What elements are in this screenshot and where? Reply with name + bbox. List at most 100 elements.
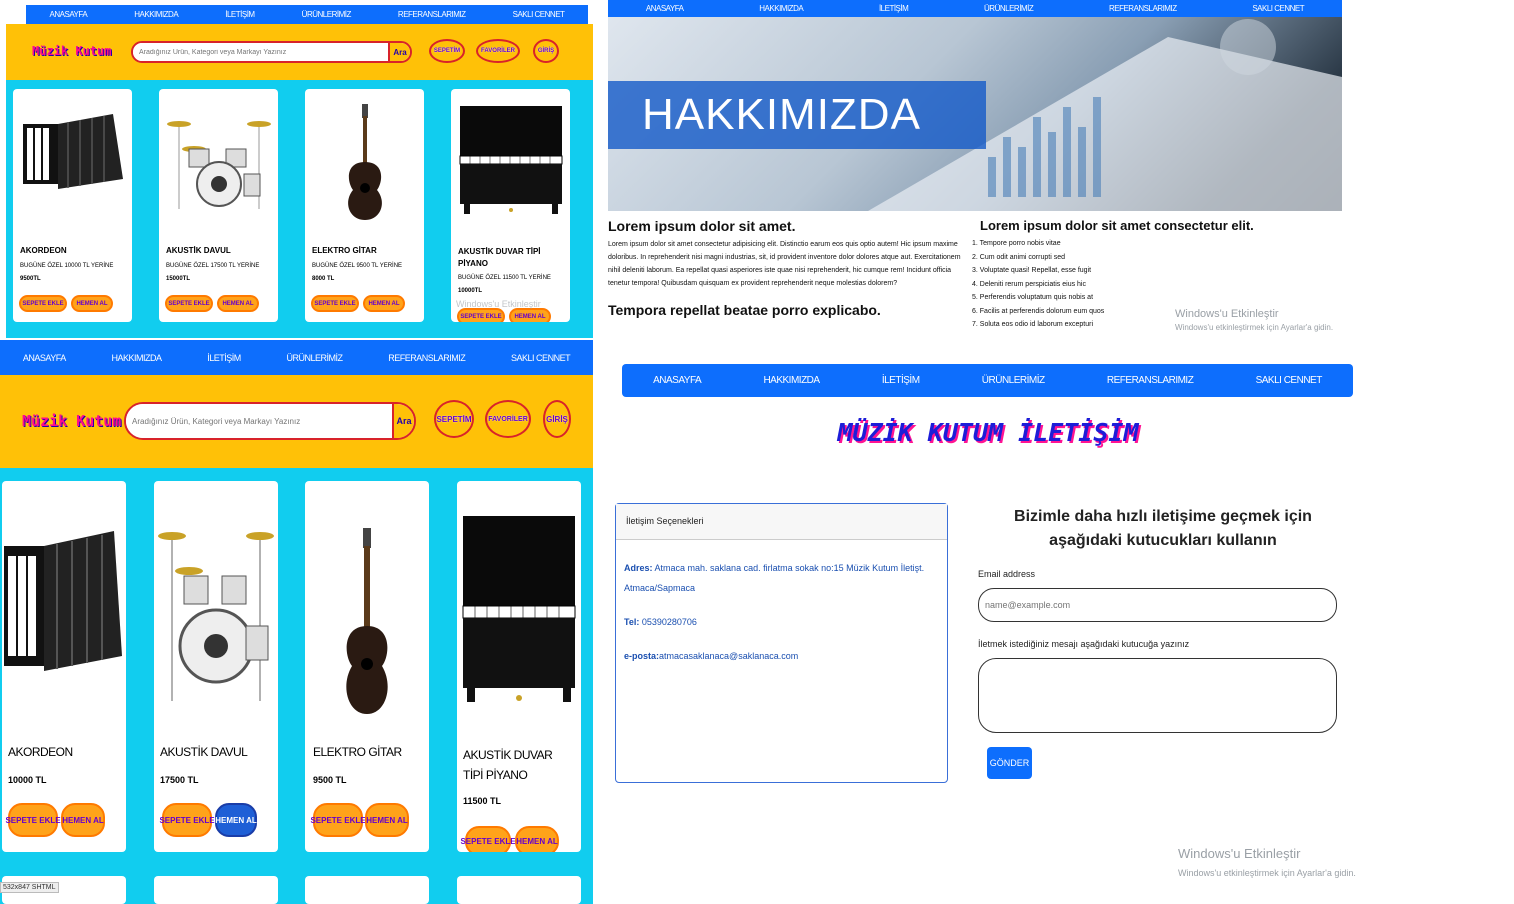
about-col2-list: 1. Tempore porro nobis vitae 2. Cum odit…	[972, 237, 1342, 332]
product-price: 9500 TL	[313, 775, 347, 785]
nav-item-iletisim[interactable]: İLETİŞİM	[882, 375, 920, 386]
add-to-cart-button[interactable]: SEPETE EKLE	[457, 308, 505, 322]
buy-now-button[interactable]: HEMEN AL	[215, 803, 257, 837]
product-card: AKORDEON 10000 TL SEPETE EKLE HEMEN AL	[2, 481, 126, 852]
product-name[interactable]: AKUSTİK DUVAR TİPİ PİYANO	[458, 246, 558, 270]
accordion-image[interactable]	[13, 99, 132, 209]
nav-item-urunlerimiz[interactable]: ÜRÜNLERİMİZ	[302, 10, 352, 19]
about-col1-paragraph: Lorem ipsum dolor sit amet consectetur a…	[608, 241, 961, 287]
nav-item-sakli-cennet[interactable]: SAKLI CENNET	[1252, 4, 1304, 13]
piano-image[interactable]	[451, 97, 570, 222]
nav-item-urunlerimiz[interactable]: ÜRÜNLERİMİZ	[984, 4, 1034, 13]
nav-item-iletisim[interactable]: İLETİŞİM	[225, 10, 255, 19]
product-price-line: BUGÜNE ÖZEL 17500 TL YERİNE	[166, 263, 260, 269]
product-name[interactable]: AKUSTİK DAVUL	[166, 246, 231, 255]
search-button[interactable]: Ara	[388, 43, 410, 61]
nav-item-referanslarimiz[interactable]: REFERANSLARIMIZ	[1107, 375, 1194, 386]
nav-item-referanslarimiz[interactable]: REFERANSLARIMIZ	[398, 10, 466, 19]
message-field[interactable]	[978, 658, 1337, 733]
windows-watermark-subtitle: Windows'u etkinleştirmek için Ayarlar'a …	[1175, 323, 1334, 332]
product-price: 10000TL	[458, 288, 483, 294]
site-logo[interactable]: Müzik Kutum	[32, 44, 111, 58]
product-card: ELEKTRO GİTAR 9500 TL SEPETE EKLE HEMEN …	[305, 481, 429, 852]
buy-now-button[interactable]: HEMEN AL	[363, 295, 405, 312]
product-price: 11500 TL	[463, 796, 502, 806]
search-box: Ara	[124, 402, 416, 440]
add-to-cart-button[interactable]: SEPETE EKLE	[19, 295, 67, 312]
nav-item-iletisim[interactable]: İLETİŞİM	[207, 353, 241, 363]
add-to-cart-button[interactable]: SEPETE EKLE	[310, 803, 366, 837]
guitar-image[interactable]	[305, 99, 424, 224]
product-price: 9500TL	[20, 276, 41, 282]
address-value: Atmaca mah. saklana cad. firlatma sokak …	[624, 563, 925, 593]
buy-now-button[interactable]: HEMEN AL	[217, 295, 259, 312]
search-input[interactable]	[133, 43, 388, 61]
add-to-cart-button[interactable]: SEPETE EKLE	[5, 803, 61, 837]
nav-item-sakli-cennet[interactable]: SAKLI CENNET	[511, 353, 571, 363]
phone-value[interactable]: 05390280706	[642, 617, 697, 627]
product-name[interactable]: AKUSTİK DAVUL	[160, 745, 248, 759]
nav-item-anasayfa[interactable]: ANASAYFA	[23, 353, 66, 363]
nav-item-urunlerimiz[interactable]: ÜRÜNLERİMİZ	[287, 353, 344, 363]
add-to-cart-button[interactable]: SEPETE EKLE	[460, 826, 516, 852]
nav-item-urunlerimiz[interactable]: ÜRÜNLERİMİZ	[982, 375, 1045, 386]
product-name[interactable]: AKUSTİK DUVAR TİPİ PİYANO	[463, 745, 573, 785]
nav-item-anasayfa[interactable]: ANASAYFA	[50, 10, 88, 19]
nav-item-referanslarimiz[interactable]: REFERANSLARIMIZ	[1109, 4, 1177, 13]
buy-now-button[interactable]: HEMEN AL	[71, 295, 113, 312]
nav-item-hakkimizda[interactable]: HAKKIMIZDA	[111, 353, 162, 363]
nav-item-hakkimizda[interactable]: HAKKIMIZDA	[759, 4, 803, 13]
search-input[interactable]	[126, 404, 392, 438]
add-to-cart-button[interactable]: SEPETE EKLE	[311, 295, 359, 312]
piano-image[interactable]	[457, 501, 581, 711]
product-name[interactable]: AKORDEON	[20, 246, 67, 255]
accordion-image[interactable]	[2, 511, 126, 691]
email-field[interactable]	[978, 588, 1337, 622]
product-card: AKORDEON BUGÜNE ÖZEL 10000 TL YERİNE 950…	[13, 89, 132, 322]
nav-item-sakli-cennet[interactable]: SAKLI CENNET	[1256, 375, 1323, 386]
submit-button[interactable]: GÖNDER	[987, 747, 1032, 779]
product-card: ELEKTRO GİTAR BUGÜNE ÖZEL 9500 TL YERİNE…	[305, 89, 424, 322]
product-name[interactable]: ELEKTRO GİTAR	[313, 745, 402, 759]
add-to-cart-button[interactable]: SEPETE EKLE	[159, 803, 215, 837]
nav-item-referanslarimiz[interactable]: REFERANSLARIMIZ	[388, 353, 466, 363]
message-field-label: İletmek istediğiniz mesajı aşağıdaki kut…	[978, 639, 1190, 649]
site-logo[interactable]: Müzik Kutum	[22, 412, 121, 430]
product-name[interactable]: ELEKTRO GİTAR	[312, 246, 377, 255]
product-card: AKUSTİK DAVUL 17500 TL SEPETE EKLE HEMEN…	[154, 481, 278, 852]
drum-kit-image[interactable]	[154, 501, 278, 711]
cart-button[interactable]: SEPETİM	[434, 400, 474, 438]
nav-item-hakkimizda[interactable]: HAKKIMIZDA	[134, 10, 178, 19]
search-button[interactable]: Ara	[392, 404, 414, 438]
login-button[interactable]: GİRİŞ	[533, 39, 559, 63]
product-price: 10000 TL	[8, 775, 47, 785]
favorites-button[interactable]: FAVORİLER	[485, 400, 531, 438]
email-value[interactable]: atmacasaklanaca@saklanaca.com	[659, 651, 798, 661]
phone-label: Tel:	[624, 617, 640, 627]
windows-watermark-title: Windows'u Etkinleştir	[1175, 308, 1279, 320]
form-heading: Bizimle daha hızlı iletişime geçmek için…	[1014, 508, 1312, 549]
buy-now-button[interactable]: HEMEN AL	[515, 826, 559, 852]
login-button[interactable]: GİRİŞ	[543, 400, 571, 438]
about-col1-subheading: Tempora repellat beatae porro explicabo.	[608, 302, 881, 318]
product-name[interactable]: AKORDEON	[8, 745, 73, 759]
add-to-cart-button[interactable]: SEPETE EKLE	[165, 295, 213, 312]
shop-large-header: Müzik Kutum Ara SEPETİM FAVORİLER GİRİŞ	[0, 375, 593, 468]
cart-button[interactable]: SEPETİM	[429, 39, 465, 63]
nav-item-anasayfa[interactable]: ANASAYFA	[646, 4, 684, 13]
drum-kit-image[interactable]	[159, 99, 278, 219]
product-card: AKUSTİK DUVAR TİPİ PİYANO 11500 TL SEPET…	[457, 481, 581, 852]
buy-now-button[interactable]: HEMEN AL	[61, 803, 105, 837]
list-item: 6. Facilis at perferendis dolorum eum qu…	[972, 307, 1105, 315]
nav-item-sakli-cennet[interactable]: SAKLI CENNET	[513, 10, 565, 19]
favorites-button[interactable]: FAVORİLER	[476, 39, 520, 63]
buy-now-button[interactable]: HEMEN AL	[509, 308, 551, 322]
guitar-image[interactable]	[305, 521, 429, 721]
status-url: 532x847 SHTML	[0, 882, 59, 893]
nav-item-hakkimizda[interactable]: HAKKIMIZDA	[763, 375, 820, 386]
nav-item-anasayfa[interactable]: ANASAYFA	[653, 375, 702, 386]
shop-small-panel: ANASAYFA HAKKIMIZDA İLETİŞİM ÜRÜNLERİMİZ…	[6, 0, 593, 338]
windows-watermark-title: Windows'u Etkinleştir	[1178, 846, 1301, 861]
buy-now-button[interactable]: HEMEN AL	[365, 803, 409, 837]
nav-item-iletisim[interactable]: İLETİŞİM	[879, 4, 909, 13]
